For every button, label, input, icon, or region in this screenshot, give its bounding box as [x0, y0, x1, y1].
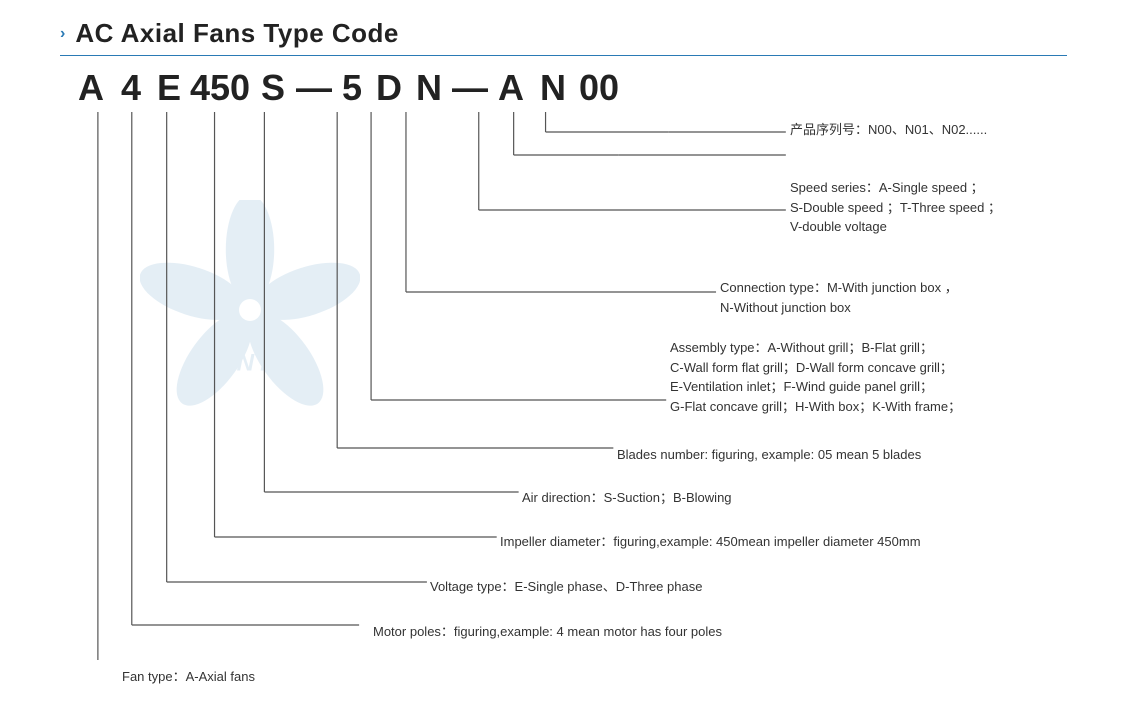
code-450: 450 — [188, 70, 252, 106]
desc-speed-series: Speed series：A-Single speed ；S-Double sp… — [790, 178, 1001, 237]
code-00: 00 — [574, 70, 624, 106]
code-4: 4 — [112, 70, 150, 106]
desc-fan-type: Fan type：A-Axial fans — [122, 667, 255, 687]
page: › AC Axial Fans Type Code — [0, 0, 1127, 711]
code-D: D — [370, 70, 408, 106]
desc-blades-number: Blades number: figuring, example: 05 mea… — [617, 445, 921, 465]
diagram-area: VENTAI — [60, 70, 1067, 660]
header-divider — [60, 55, 1067, 56]
desc-motor-poles: Motor poles：figuring,example: 4 mean mot… — [373, 622, 722, 642]
page-title: AC Axial Fans Type Code — [75, 18, 399, 49]
desc-air-direction: Air direction：S-Suction；B-Blowing — [522, 488, 732, 508]
code-E: E — [150, 70, 188, 106]
code-5: 5 — [334, 70, 370, 106]
code-N2: N — [532, 70, 574, 106]
code-dash1: — — [294, 70, 334, 106]
desc-assembly-type: Assembly type：A-Without grill；B-Flat gri… — [670, 338, 961, 416]
desc-product-series: 产品序列号：N00、N01、N02...... — [790, 120, 987, 140]
desc-voltage-type: Voltage type：E-Single phase、D-Three phas… — [430, 577, 702, 597]
code-A2: A — [490, 70, 532, 106]
header: › AC Axial Fans Type Code — [60, 18, 1067, 49]
desc-connection-type: Connection type：M-With junction box ，N-W… — [720, 278, 958, 317]
code-dash2: — — [450, 70, 490, 106]
code-S: S — [252, 70, 294, 106]
desc-impeller-diameter: Impeller diameter：figuring,example: 450m… — [500, 532, 921, 552]
chevron-icon: › — [60, 25, 65, 43]
code-A: A — [70, 70, 112, 106]
code-N: N — [408, 70, 450, 106]
